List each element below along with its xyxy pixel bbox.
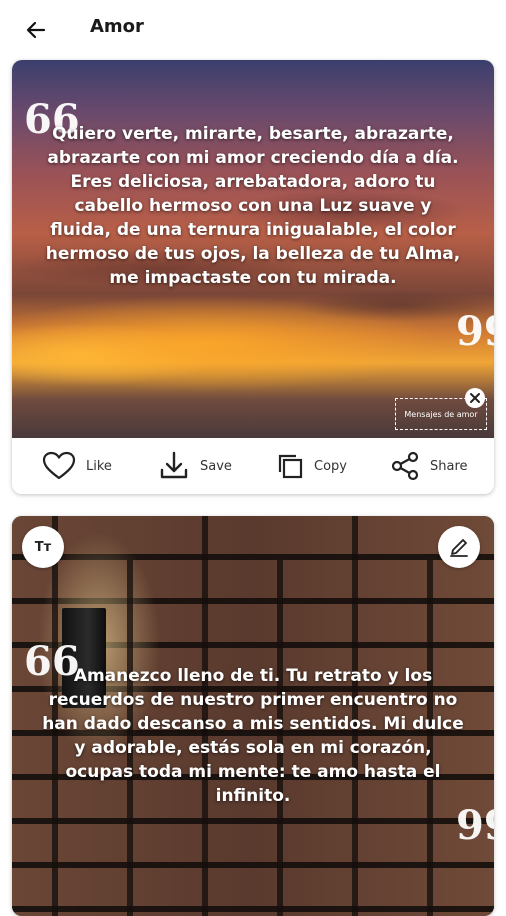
action-bar: Like Save Copy Share <box>12 438 494 494</box>
back-button[interactable] <box>20 14 52 46</box>
text-style-button[interactable]: Tт <box>22 526 64 568</box>
pencil-icon <box>450 539 468 557</box>
save-label: Save <box>200 458 232 474</box>
page-title: Amor <box>90 16 144 37</box>
quote-card: Tт 66 Amanezco lleno de ti. Tu retrato y… <box>12 516 494 916</box>
quote-text: Amanezco lleno de ti. Tu retrato y los r… <box>42 666 464 806</box>
edit-button[interactable] <box>438 526 480 568</box>
heart-icon <box>42 451 76 480</box>
download-icon <box>160 451 188 479</box>
copy-button[interactable]: Copy <box>276 438 347 494</box>
quote-card: 66 Quiero verte, mirarte, besarte, abraz… <box>12 60 494 494</box>
save-button[interactable]: Save <box>158 438 232 494</box>
copy-icon <box>278 454 303 479</box>
share-label: Share <box>430 458 468 474</box>
copy-label: Copy <box>314 458 347 474</box>
close-quote-icon: 99 <box>456 308 494 355</box>
close-icon <box>470 393 480 403</box>
like-label: Like <box>86 458 112 474</box>
app-bar: Amor <box>0 0 506 58</box>
share-button[interactable]: Share <box>390 438 468 494</box>
quote-text: Quiero verte, mirarte, besarte, abrazart… <box>45 124 461 288</box>
share-icon <box>391 451 419 481</box>
watermark-close-button[interactable] <box>465 388 485 408</box>
arrow-left-icon <box>26 21 46 39</box>
close-quote-icon: 99 <box>456 802 494 849</box>
like-button[interactable]: Like <box>42 438 112 494</box>
text-style-icon: Tт <box>34 539 52 555</box>
